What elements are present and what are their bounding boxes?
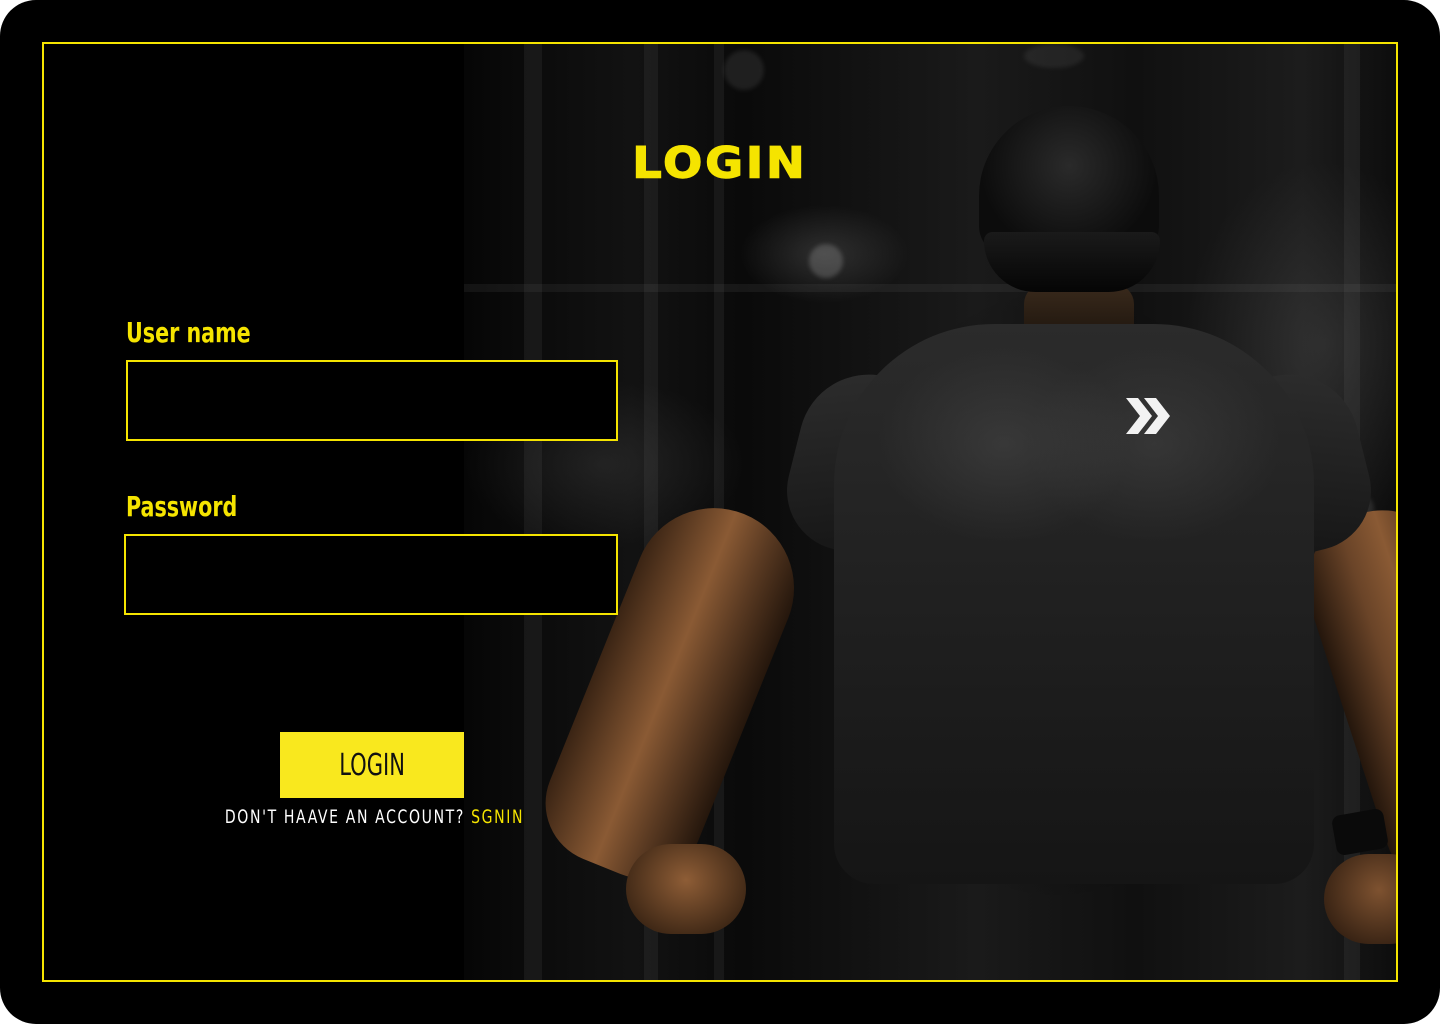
double-chevron-icon — [1126, 398, 1170, 434]
password-label: Password — [126, 490, 238, 523]
password-input[interactable] — [124, 534, 618, 615]
page-title: LOGIN — [632, 137, 808, 188]
app-window: LOGIN User name Password LOGIN DON'T HAA… — [0, 0, 1440, 1024]
login-button[interactable]: LOGIN — [280, 732, 464, 798]
signup-link[interactable]: SGNIN — [471, 806, 524, 828]
login-button-label: LOGIN — [339, 747, 405, 783]
username-label: User name — [126, 316, 251, 349]
login-frame: LOGIN User name Password LOGIN DON'T HAA… — [42, 42, 1398, 982]
signup-prompt-text: DON'T HAAVE AN ACCOUNT? — [224, 806, 465, 828]
signup-prompt-line: DON'T HAAVE AN ACCOUNT? SGNIN — [44, 806, 704, 828]
username-input[interactable] — [126, 360, 618, 441]
